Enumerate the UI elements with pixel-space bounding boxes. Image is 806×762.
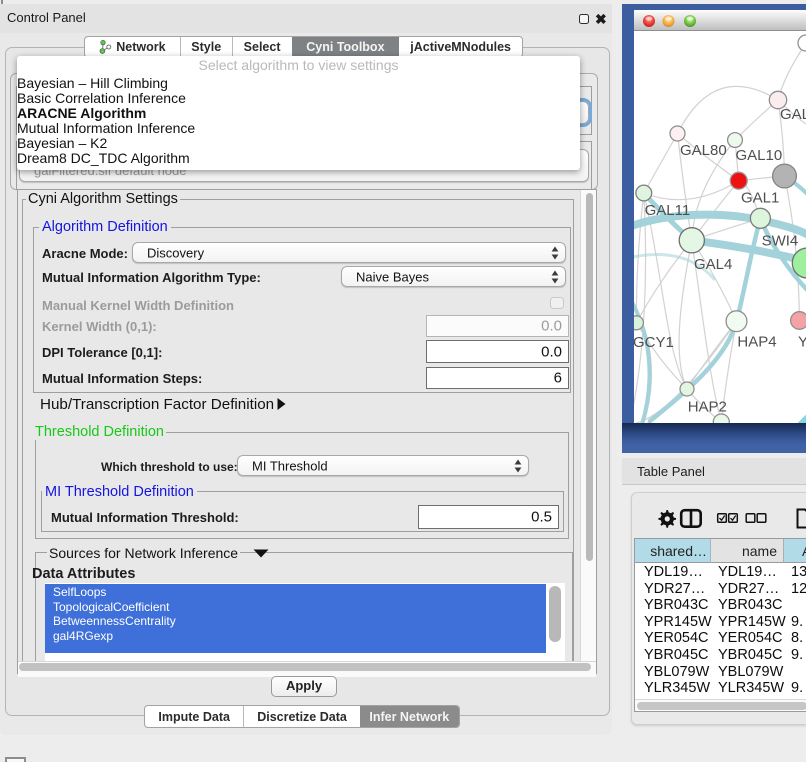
svg-text:HAP2: HAP2 xyxy=(688,399,727,416)
svg-text:SWI4: SWI4 xyxy=(762,233,799,250)
svg-text:Y: Y xyxy=(798,334,806,351)
svg-text:HAP4: HAP4 xyxy=(737,334,776,351)
svg-text:GAL11: GAL11 xyxy=(645,202,691,219)
svg-text:GAL1: GAL1 xyxy=(741,190,779,207)
svg-text:GAL10: GAL10 xyxy=(736,147,783,164)
svg-text:GAL7: GAL7 xyxy=(780,106,806,123)
svg-text:GAL4: GAL4 xyxy=(694,256,732,273)
svg-text:GCY1: GCY1 xyxy=(634,334,674,351)
svg-text:GAL80: GAL80 xyxy=(680,142,727,159)
